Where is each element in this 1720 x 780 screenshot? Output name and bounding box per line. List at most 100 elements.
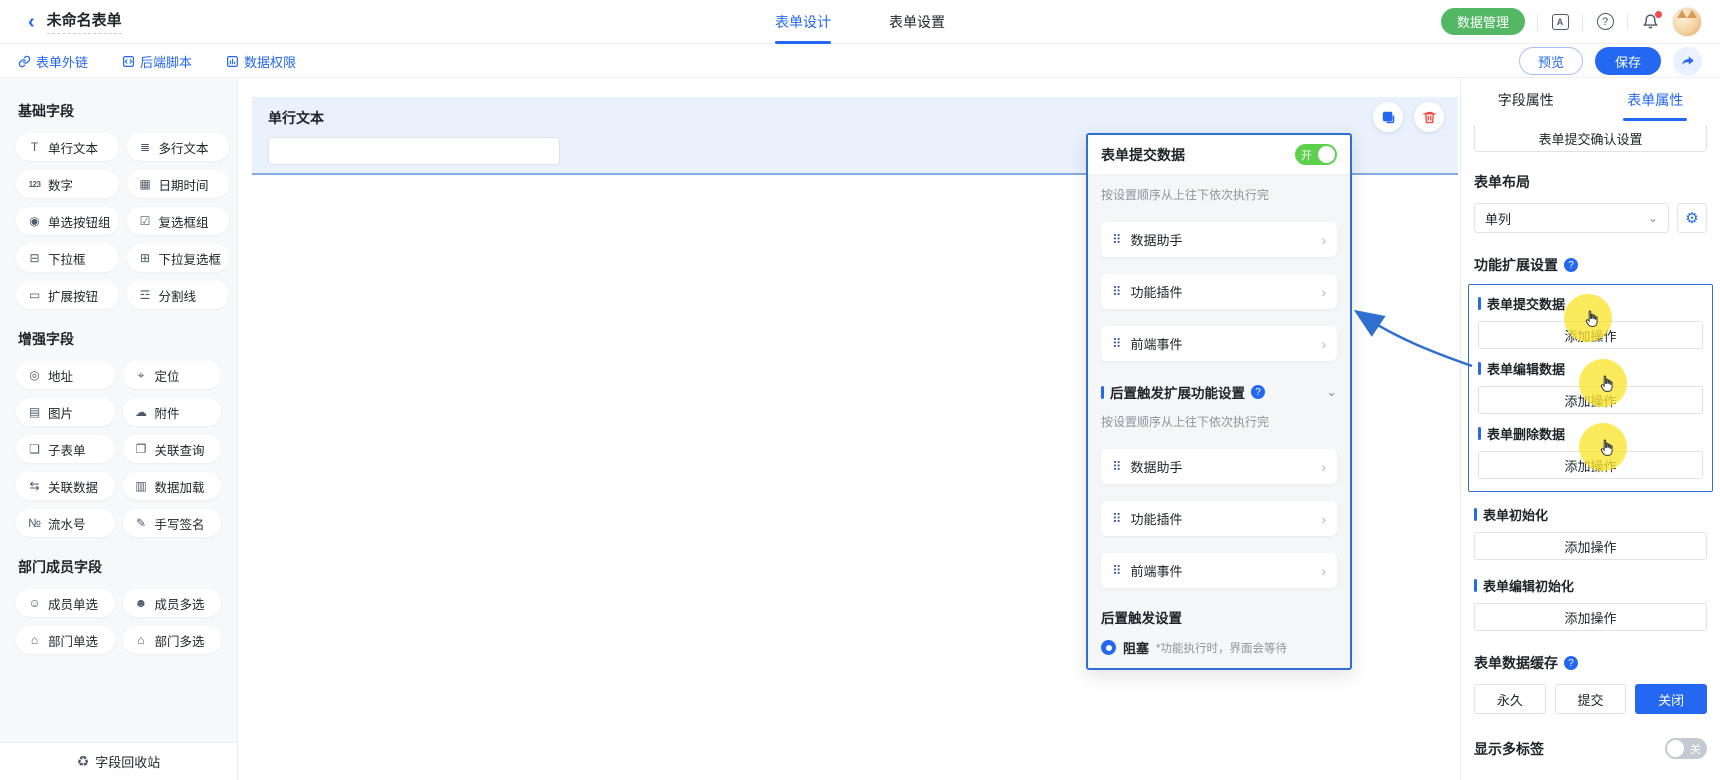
header-actions: 数据管理 A ?: [1441, 7, 1702, 37]
card-data-assistant[interactable]: ⠿ 数据助手 ›: [1101, 222, 1337, 257]
external-link-button[interactable]: 表单外链: [18, 52, 88, 71]
single-line-text-input[interactable]: [268, 137, 560, 165]
field-item-serial-number[interactable]: №流水号: [16, 509, 115, 537]
multitab-toggle-off[interactable]: 关: [1665, 738, 1707, 759]
gear-icon: ⚙: [1685, 209, 1698, 227]
add-action-submit-button[interactable]: 添加操作: [1478, 321, 1703, 349]
chevron-down-icon[interactable]: ⌄: [1326, 384, 1337, 400]
back-icon[interactable]: ‹: [28, 12, 35, 32]
field-item-dept-multi[interactable]: ⌂部门多选: [123, 626, 222, 654]
notification-bell-icon[interactable]: [1640, 12, 1660, 32]
field-item-member-multi[interactable]: ☻成员多选: [123, 589, 222, 617]
field-item-dept-single[interactable]: ⌂部门单选: [16, 626, 115, 654]
drag-handle-icon[interactable]: ⠿: [1112, 284, 1122, 300]
field-item-subform[interactable]: ❏子表单: [16, 435, 115, 463]
select-icon: ⊟: [27, 251, 42, 265]
submit-data-toggle-on[interactable]: 开: [1295, 144, 1337, 165]
delete-field-button[interactable]: [1414, 102, 1444, 132]
data-manage-button[interactable]: 数据管理: [1441, 8, 1525, 35]
cache-submit-button[interactable]: 提交: [1555, 684, 1627, 714]
post-card-data-assistant[interactable]: ⠿ 数据助手 ›: [1101, 449, 1337, 484]
field-item-datetime[interactable]: ▦日期时间: [127, 170, 230, 198]
post-card-function-plugin[interactable]: ⠿ 功能插件 ›: [1101, 501, 1337, 536]
field-item-radio-group[interactable]: ◉单选按钮组: [16, 207, 119, 235]
field-item-multi-select[interactable]: ⊞下拉复选框: [127, 244, 230, 272]
help-badge-icon[interactable]: ?: [1564, 656, 1578, 670]
post-card-frontend-event[interactable]: ⠿ 前端事件 ›: [1101, 553, 1337, 588]
drag-handle-icon[interactable]: ⠿: [1112, 563, 1122, 579]
field-item-address[interactable]: ◎地址: [16, 361, 115, 389]
function-extension-header: 功能扩展设置 ?: [1474, 255, 1707, 275]
backend-script-button[interactable]: 后端脚本: [122, 52, 192, 71]
data-permission-button[interactable]: 数据权限: [226, 52, 296, 71]
add-action-init-button[interactable]: 添加操作: [1474, 532, 1707, 560]
card-frontend-event[interactable]: ⠿ 前端事件 ›: [1101, 326, 1337, 361]
script-icon: [122, 55, 135, 68]
cache-permanent-button[interactable]: 永久: [1474, 684, 1546, 714]
tab-form-design[interactable]: 表单设计: [775, 0, 831, 44]
share-button[interactable]: [1673, 47, 1702, 76]
chart-icon: ▥: [134, 479, 149, 493]
radio-icon: ◉: [27, 214, 42, 228]
crosshair-icon: ⌖: [134, 368, 149, 383]
field-item-select[interactable]: ⊟下拉框: [16, 244, 119, 272]
panel-title: 表单提交数据: [1101, 145, 1185, 165]
field-recycle-bin-button[interactable]: ♻ 字段回收站: [0, 742, 237, 780]
properties-content: 表单提交确认设置 表单布局 单列 ⌄ ⚙ 功能扩展设置 ? 表单提交数据 添加操…: [1461, 121, 1720, 780]
help-badge-icon[interactable]: ?: [1564, 258, 1578, 272]
docs-book-icon[interactable]: A: [1550, 12, 1570, 32]
field-item-single-line-text[interactable]: T单行文本: [16, 133, 119, 161]
field-item-data-load[interactable]: ▥数据加载: [123, 472, 222, 500]
form-layout-label: 表单布局: [1474, 172, 1707, 192]
layout-settings-button[interactable]: ⚙: [1677, 203, 1707, 233]
add-action-edit-button[interactable]: 添加操作: [1478, 386, 1703, 414]
add-action-edit-init-button[interactable]: 添加操作: [1474, 603, 1707, 631]
help-icon[interactable]: ?: [1595, 12, 1615, 32]
field-item-divider[interactable]: ☲分割线: [127, 281, 230, 309]
drag-handle-icon[interactable]: ⠿: [1112, 511, 1122, 527]
field-item-location[interactable]: ⌖定位: [123, 361, 222, 389]
field-item-extend-button[interactable]: ▭扩展按钮: [16, 281, 119, 309]
radio-non-blocking[interactable]: 非阻塞 *功能执行时，界面可正常操作: [1088, 668, 1350, 670]
layout-select[interactable]: 单列 ⌄: [1474, 203, 1669, 233]
section-title-dept-member-fields: 部门成员字段: [18, 557, 221, 577]
field-item-multi-line-text[interactable]: ≣多行文本: [127, 133, 230, 161]
form-toolbar: 表单外链 后端脚本 数据权限 预览 保存: [0, 45, 1720, 78]
tab-form-settings[interactable]: 表单设置: [889, 0, 945, 44]
add-action-delete-button[interactable]: 添加操作: [1478, 451, 1703, 479]
field-item-related-query[interactable]: ❐关联查询: [123, 435, 222, 463]
form-title[interactable]: 未命名表单: [47, 9, 122, 34]
help-badge-icon[interactable]: ?: [1251, 385, 1265, 399]
recycle-icon: ♻: [77, 753, 90, 770]
button-icon: ▭: [27, 288, 42, 302]
submit-confirm-settings-button[interactable]: 表单提交确认设置: [1474, 125, 1707, 152]
card-function-plugin[interactable]: ⠿ 功能插件 ›: [1101, 274, 1337, 309]
dept-member-fields-grid: ☺成员单选 ☻成员多选 ⌂部门单选 ⌂部门多选: [16, 589, 221, 654]
chain-link-icon: [18, 55, 31, 68]
cache-close-button[interactable]: 关闭: [1635, 684, 1707, 714]
drag-handle-icon[interactable]: ⠿: [1112, 459, 1122, 475]
preview-button[interactable]: 预览: [1519, 47, 1583, 75]
drag-handle-icon[interactable]: ⠿: [1112, 232, 1122, 248]
user-avatar[interactable]: [1672, 7, 1702, 37]
radio-blocking[interactable]: 阻塞 *功能执行时，界面会等待: [1088, 638, 1350, 657]
field-item-checkbox-group[interactable]: ☑复选框组: [127, 207, 230, 235]
drag-handle-icon[interactable]: ⠿: [1112, 336, 1122, 352]
tab-field-properties[interactable]: 字段属性: [1461, 79, 1591, 121]
execution-order-hint: 按设置顺序从上往下依次执行完: [1088, 175, 1350, 205]
field-label: 单行文本: [268, 108, 1442, 128]
divider-icon: ☲: [138, 288, 153, 302]
tab-form-properties[interactable]: 表单属性: [1591, 79, 1720, 121]
field-item-image[interactable]: ▤图片: [16, 398, 115, 426]
cloud-upload-icon: ☁: [134, 405, 149, 419]
group-form-init: 表单初始化 添加操作: [1474, 505, 1707, 560]
field-item-number[interactable]: 123数字: [16, 170, 119, 198]
save-button[interactable]: 保存: [1595, 47, 1661, 75]
field-item-signature[interactable]: ✎手写签名: [123, 509, 222, 537]
field-item-member-single[interactable]: ☺成员单选: [16, 589, 115, 617]
copy-field-button[interactable]: [1373, 102, 1403, 132]
field-item-related-data[interactable]: ⇆关联数据: [16, 472, 115, 500]
notification-dot: [1655, 11, 1662, 18]
field-item-attachment[interactable]: ☁附件: [123, 398, 222, 426]
checkbox-icon: ☑: [138, 214, 153, 228]
